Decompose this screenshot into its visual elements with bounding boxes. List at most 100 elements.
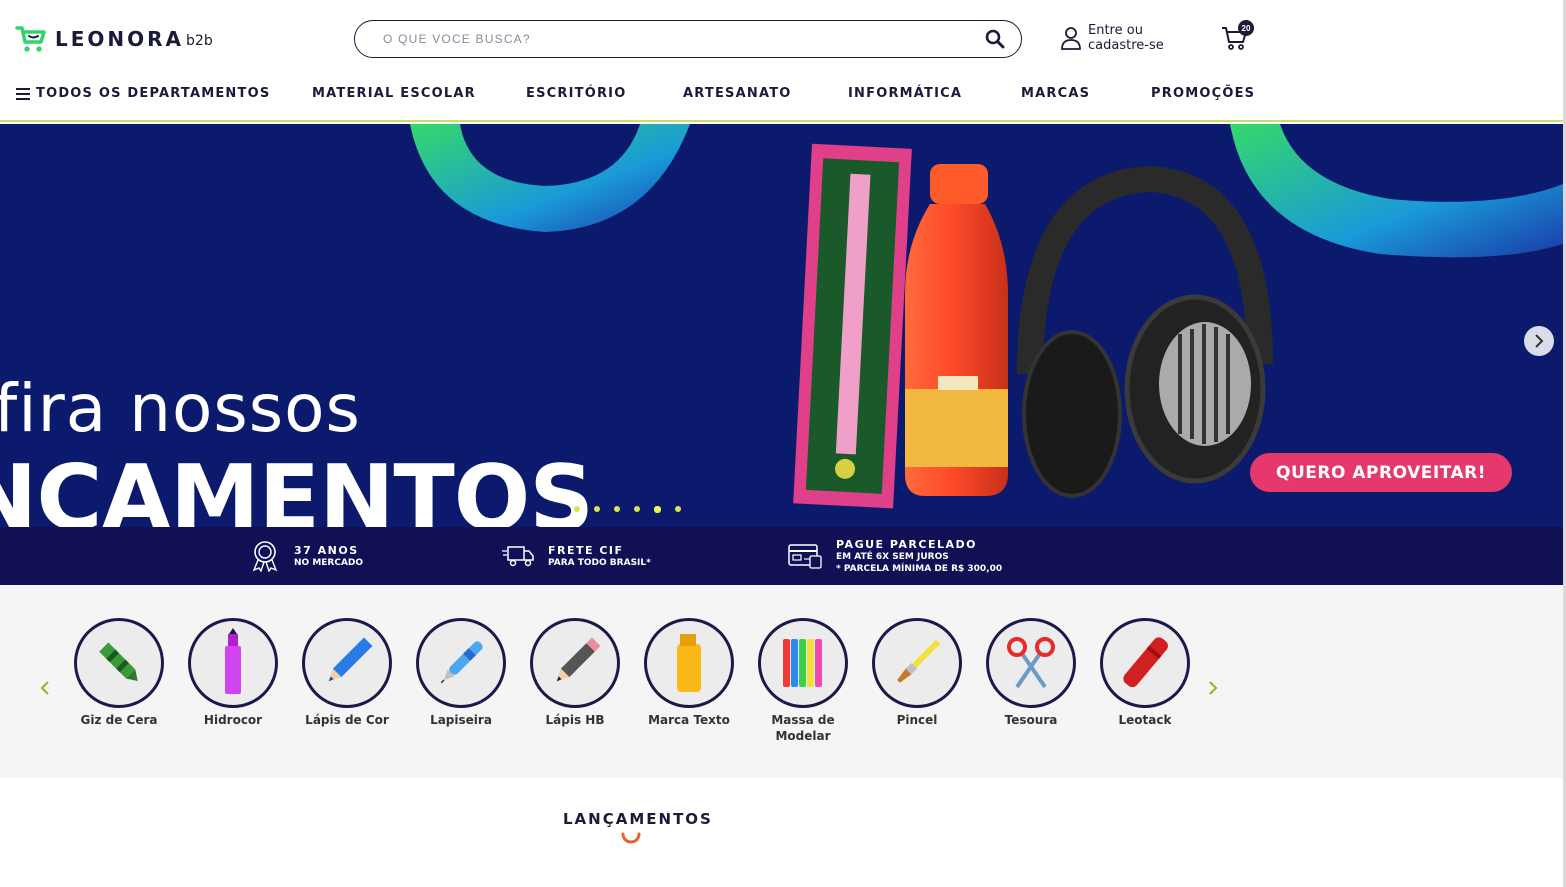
banner-dot[interactable] [614, 506, 620, 512]
banner-pagination [574, 506, 681, 513]
category-image [872, 618, 962, 708]
search-button[interactable] [983, 27, 1007, 51]
category-item[interactable]: Giz de Cera [74, 618, 164, 728]
search-icon [985, 29, 1005, 49]
cart-button[interactable]: 20 [1220, 20, 1254, 54]
nav-artesanato[interactable]: ARTESANATO [683, 86, 792, 101]
menu-icon [16, 87, 30, 100]
category-image [644, 618, 734, 708]
category-item[interactable]: Pincel [872, 618, 962, 728]
benefits-strip: 37 ANOS NO MERCADO FRETE CIF PARA TODO B… [0, 527, 1563, 585]
category-next-button[interactable] [1204, 679, 1222, 697]
cart-logo-icon [15, 26, 46, 52]
benefit-shipping-subtitle: PARA TODO BRASIL* [548, 557, 651, 568]
banner-dot-active[interactable] [654, 506, 661, 513]
category-image [74, 618, 164, 708]
nav-informatica[interactable]: INFORMÁTICA [848, 86, 962, 101]
crayon-icon [99, 642, 138, 682]
account-line2: cadastre-se [1088, 38, 1164, 53]
banner-headline-line1: fira nossos [0, 370, 361, 447]
benefit-installments-note: * PARCELA MÍNIMA DE R$ 300,00 [836, 563, 1003, 574]
account-link[interactable]: Entre ou cadastre-se [1060, 23, 1164, 53]
credit-card-icon [788, 544, 822, 569]
category-label: Pincel [896, 713, 938, 727]
chevron-right-icon [1209, 681, 1218, 695]
benefit-years: 37 ANOS NO MERCADO [250, 527, 363, 585]
banner-cta-button[interactable]: QUERO APROVEITAR! [1250, 453, 1512, 492]
category-label: Marca Texto [648, 713, 730, 727]
category-carousel: Giz de Cera Hidrocor Lápis de Cor Lapise… [0, 585, 1563, 778]
search-input[interactable] [383, 32, 983, 46]
category-image [758, 618, 848, 708]
category-image [302, 618, 392, 708]
banner-dot[interactable] [574, 506, 580, 512]
chevron-left-icon [40, 681, 49, 695]
benefit-shipping-title: FRETE CIF [548, 543, 624, 557]
category-label: Tesoura [1004, 713, 1058, 727]
banner-dot[interactable] [675, 506, 681, 512]
search-bar [354, 20, 1022, 58]
modeling-clay-icon [783, 639, 822, 687]
nav-material-escolar[interactable]: MATERIAL ESCOLAR [312, 86, 476, 101]
category-image [530, 618, 620, 708]
category-image [986, 618, 1076, 708]
category-item[interactable]: Lápis HB [530, 618, 620, 728]
award-icon [252, 541, 278, 572]
category-item[interactable]: Lapiseira [416, 618, 506, 728]
truck-icon [502, 546, 534, 567]
category-image [416, 618, 506, 708]
logo[interactable]: LEONORA b2b [15, 24, 213, 54]
category-prev-button[interactable] [36, 679, 54, 697]
category-item[interactable]: Hidrocor [188, 618, 278, 728]
nav-promocoes[interactable]: PROMOÇÕES [1151, 86, 1255, 101]
category-label: Lápis HB [545, 713, 605, 727]
nav-all-departments[interactable]: TODOS OS DEPARTAMENTOS [16, 86, 270, 101]
mechanical-pencil-icon [440, 641, 483, 684]
banner-headline-line2: NÇAMENTOS [0, 446, 594, 527]
benefit-years-title: 37 ANOS [294, 543, 359, 557]
category-label: Lapiseira [430, 713, 492, 727]
pencil-icon [556, 637, 601, 682]
scissors-icon [1007, 637, 1055, 689]
page: LEONORA b2b Entre ou cadastre-se [0, 0, 1566, 887]
nav-marcas[interactable]: MARCAS [1021, 86, 1090, 101]
category-image [188, 618, 278, 708]
benefit-installments: PAGUE PARCELADO EM ATÉ 6X SEM JUROS * PA… [788, 527, 1002, 585]
banner-next-button[interactable] [1524, 326, 1554, 356]
chevron-right-icon [1535, 334, 1544, 348]
hero-banner[interactable]: fira nossos NÇAMENTOS QUERO APROVEITAR! [0, 124, 1563, 527]
category-label: Massa de Modelar [771, 713, 835, 743]
glue-stick-icon [1123, 637, 1168, 688]
banner-dot[interactable] [634, 506, 640, 512]
category-item[interactable]: Marca Texto [644, 618, 734, 728]
category-label: Giz de Cera [80, 713, 158, 727]
category-item[interactable]: Tesoura [986, 618, 1076, 728]
nav-escritorio[interactable]: ESCRITÓRIO [526, 86, 626, 101]
benefit-shipping: FRETE CIF PARA TODO BRASIL* [502, 527, 651, 585]
benefit-installments-subtitle: EM ATÉ 6X SEM JUROS [836, 551, 949, 562]
brand-name: LEONORA [55, 27, 185, 51]
section-title: LANÇAMENTOS [563, 810, 713, 828]
benefit-years-subtitle: NO MERCADO [294, 557, 364, 568]
benefit-installments-title: PAGUE PARCELADO [836, 537, 977, 551]
user-icon [1061, 27, 1081, 50]
highlighter-icon [677, 634, 701, 692]
main-nav: TODOS OS DEPARTAMENTOS MATERIAL ESCOLAR … [0, 86, 1563, 108]
category-label: Leotack [1118, 713, 1172, 727]
account-text: Entre ou cadastre-se [1088, 23, 1164, 53]
loading-spinner-icon [621, 832, 641, 844]
category-label: Lápis de Cor [305, 713, 389, 727]
cart-count-badge: 20 [1238, 20, 1254, 36]
category-item[interactable]: Massa de Modelar [758, 618, 848, 744]
account-line1: Entre ou [1088, 23, 1143, 38]
banner-dot[interactable] [594, 506, 600, 512]
nav-all-departments-label: TODOS OS DEPARTAMENTOS [36, 86, 271, 101]
category-item[interactable]: Leotack [1100, 618, 1190, 728]
site-header: LEONORA b2b Entre ou cadastre-se [0, 0, 1563, 122]
paintbrush-icon [897, 639, 941, 683]
marker-icon [225, 628, 241, 694]
category-item[interactable]: Lápis de Cor [302, 618, 392, 728]
brand-suffix: b2b [186, 33, 213, 49]
colored-pencil-icon [328, 637, 373, 682]
category-label: Hidrocor [203, 713, 263, 727]
